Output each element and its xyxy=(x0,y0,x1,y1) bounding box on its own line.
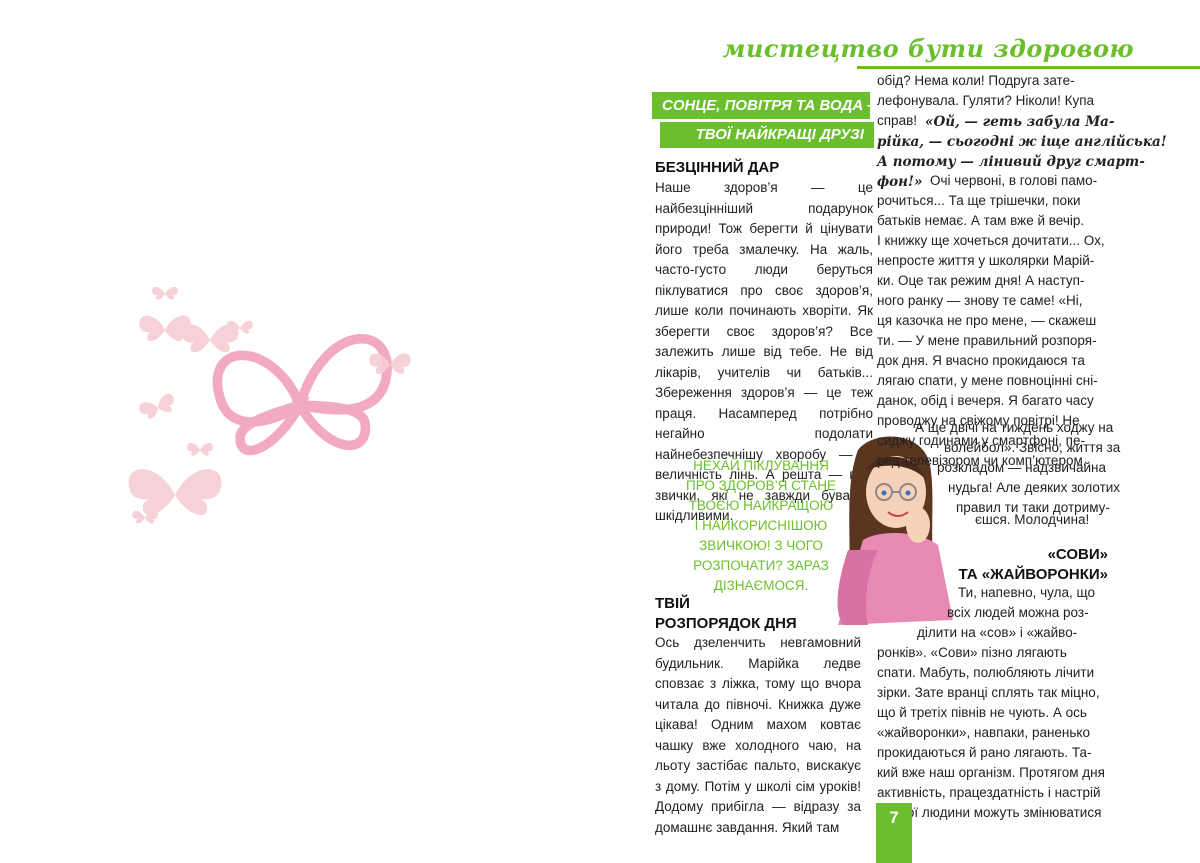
right-col-line: батьків немає. А там вже й вечір. xyxy=(877,213,1085,228)
header-underline xyxy=(857,66,1200,69)
quote-line: А потому — лінивий друг смарт- xyxy=(877,154,1145,170)
right-col-line: справ! xyxy=(877,113,917,128)
right-col-line: док дня. Я вчасно прокидаюся та xyxy=(877,353,1085,368)
right-col-line: ки. Оце так режим дня! А наступ- xyxy=(877,273,1085,288)
section-banner-line2: ТВОЇ НАЙКРАЩІ ДРУЗІ xyxy=(660,122,874,148)
right-col-line: прокидаються й рано лягають. Та- xyxy=(877,745,1092,760)
section-heading-priceless-gift: БЕЗЦІННИЙ ДАР xyxy=(655,159,780,176)
page-number: 7 xyxy=(889,808,899,827)
right-col-line: обід? Нема коли! Подруга зате- xyxy=(877,73,1075,88)
right-col-line: ділити на «сов» і «жайво- xyxy=(917,625,1078,640)
section-body-daily-routine: Ось дзеленчить невгамовний будильник. Ма… xyxy=(655,635,861,835)
page-header-title: мистецтво бути здоровою xyxy=(722,34,1134,63)
right-col-line: ронків». «Сови» пізно лягають xyxy=(877,645,1067,660)
butterflies-illustration xyxy=(128,286,411,524)
right-col-line: І книжку ще хочеться дочитати... Ох, xyxy=(877,233,1105,248)
right-col-line: ця казочка не про мене, — скажеш xyxy=(877,313,1097,328)
right-col-line: непросте життя у школярки Марій- xyxy=(877,253,1095,268)
right-col-line: нудьга! Але деяких золотих xyxy=(948,480,1121,495)
right-col-line: А ще двічі на тиждень ходжу на xyxy=(915,420,1114,435)
section-banner-line1: СОНЦЕ, ПОВІТРЯ ТА ВОДА — xyxy=(652,92,882,119)
right-col-line: лягаю спати, у мене повноцінні сні- xyxy=(877,373,1098,388)
right-col-line: зірки. Зате вранці сплять так міцно, xyxy=(877,685,1100,700)
quote-line: «Ой, — геть забула Ма- xyxy=(925,114,1115,130)
quote-line: рійка, — сьогодні ж іще англійська! xyxy=(877,134,1167,150)
right-col-line: рочиться... Та ще трішечки, поки xyxy=(877,193,1081,208)
right-col-line: кий вже наш організм. Протягом дня xyxy=(877,765,1105,780)
right-col-line: що й третіх півнів не чують. А ось xyxy=(877,705,1087,720)
butterfly-large-icon xyxy=(212,334,392,456)
section-heading-daily-routine: ТВІЙ РОЗПОРЯДОК ДНЯ xyxy=(655,595,797,632)
right-col-line: розкладом — надзвичайна xyxy=(937,460,1106,475)
right-col-line: ного ранку — знову те саме! «Ні, xyxy=(877,293,1083,308)
right-col-line: єшся. Молодчина! xyxy=(975,512,1090,527)
right-col-line: «жайворонки», навпаки, раненько xyxy=(877,725,1090,740)
right-col-line: Очі червоні, в голові памо- xyxy=(930,173,1098,188)
right-col-line: данок, обід і вечеря. Я багато часу xyxy=(877,393,1094,408)
right-col-line: активність, працездатність і настрій xyxy=(877,785,1101,800)
right-col-line: ти. — У мене правильний розпоря- xyxy=(877,333,1097,348)
right-col-line: всіх людей можна роз- xyxy=(947,605,1089,620)
right-col-line: лефонувала. Гуляти? Ніколи! Купа xyxy=(877,93,1095,108)
right-col-line: волейбол». Звісно, життя за xyxy=(944,440,1121,455)
quote-line: фон!» xyxy=(877,174,923,190)
right-col-line: спати. Мабуть, полюбляють лічити xyxy=(877,665,1095,680)
right-col-line: Ти, напевно, чула, що xyxy=(958,585,1095,600)
section-heading-owls-larks: «СОВИ» ТА «ЖАЙВОРОНКИ» xyxy=(958,546,1108,583)
